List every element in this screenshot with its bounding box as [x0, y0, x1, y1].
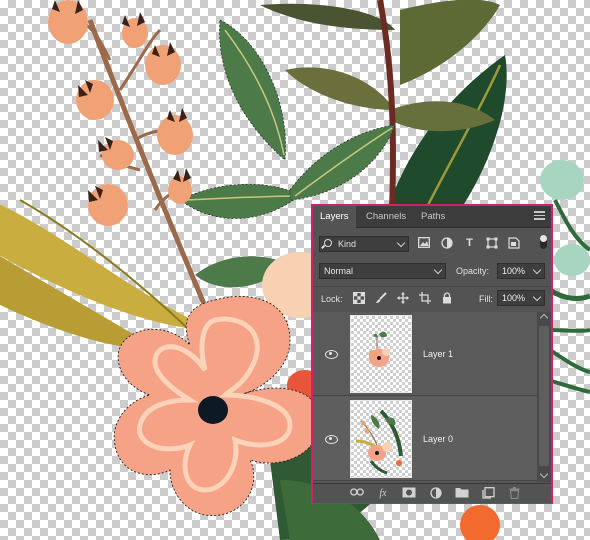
- layer-row-layer-0[interactable]: Layer 0: [313, 397, 537, 481]
- lock-icon[interactable]: [441, 292, 453, 304]
- tab-layers[interactable]: Layers: [313, 206, 356, 228]
- trash-icon[interactable]: [507, 487, 521, 500]
- layer-thumbnail: [350, 315, 412, 393]
- new-layer-icon[interactable]: [481, 487, 495, 500]
- fill-label: Fill:: [479, 294, 493, 304]
- blend-mode-value: Normal: [324, 266, 354, 276]
- search-icon: [324, 239, 332, 247]
- tab-channels[interactable]: Channels: [359, 206, 413, 228]
- tab-paths[interactable]: Paths: [414, 206, 452, 228]
- link-layers-icon[interactable]: [350, 487, 364, 500]
- fx-icon[interactable]: fx: [376, 487, 390, 500]
- chevron-down-icon: [532, 265, 542, 275]
- type-filter-icon[interactable]: T: [463, 237, 476, 250]
- chevron-down-icon: [433, 265, 443, 275]
- move-icon[interactable]: [397, 292, 409, 304]
- pixel-filter-icon[interactable]: [417, 237, 430, 250]
- opacity-value: 100%: [502, 266, 526, 276]
- folder-icon[interactable]: [455, 487, 469, 500]
- layer-thumbnail: [350, 400, 412, 478]
- layer-name[interactable]: Layer 1: [423, 349, 453, 359]
- filter-row: Kind T: [313, 230, 551, 256]
- lock-label: Lock:: [321, 294, 343, 304]
- add-mask-icon[interactable]: [402, 487, 416, 500]
- eye-icon[interactable]: [325, 435, 338, 444]
- scrollbar-thumb[interactable]: [539, 326, 549, 466]
- fill-value: 100%: [502, 293, 526, 303]
- chevron-down-icon: [396, 238, 406, 248]
- adjustment-filter-icon[interactable]: [440, 237, 453, 250]
- scroll-up-arrow-icon[interactable]: [539, 313, 549, 323]
- layers-scrollbar[interactable]: [537, 312, 551, 482]
- blend-mode-select[interactable]: Normal: [319, 263, 446, 279]
- shape-filter-icon[interactable]: [485, 237, 498, 250]
- fill-field[interactable]: 100%: [497, 290, 545, 306]
- layers-panel: Layers Channels Paths Kind T Normal Opac…: [311, 204, 553, 504]
- opacity-field[interactable]: 100%: [497, 263, 545, 279]
- scroll-down-arrow-icon[interactable]: [539, 469, 549, 479]
- filter-kind-select[interactable]: Kind: [319, 236, 409, 252]
- panel-tab-bar: Layers Channels Paths: [313, 206, 551, 228]
- layer-row-layer-1[interactable]: Layer 1: [313, 312, 537, 396]
- lock-transparent-pixels-icon[interactable]: [353, 292, 365, 304]
- blend-row: Normal Opacity: 100%: [313, 258, 551, 284]
- opacity-label: Opacity:: [456, 266, 490, 276]
- filter-kind-label: Kind: [338, 239, 357, 249]
- layers-list: Layer 1 Layer 0: [313, 312, 551, 482]
- brush-icon[interactable]: [375, 292, 387, 304]
- chevron-down-icon: [532, 292, 542, 302]
- eye-icon[interactable]: [325, 350, 338, 359]
- crop-artboard-icon[interactable]: [419, 292, 431, 304]
- layer-name[interactable]: Layer 0: [423, 434, 453, 444]
- smart-object-filter-icon[interactable]: [507, 237, 520, 250]
- adjustment-layer-icon[interactable]: [429, 487, 443, 500]
- filter-toggle-switch[interactable]: [540, 235, 547, 249]
- lock-row: Lock: Fill: 100%: [313, 286, 551, 311]
- panel-footer: fx: [313, 483, 551, 503]
- panel-menu-icon[interactable]: [534, 211, 545, 222]
